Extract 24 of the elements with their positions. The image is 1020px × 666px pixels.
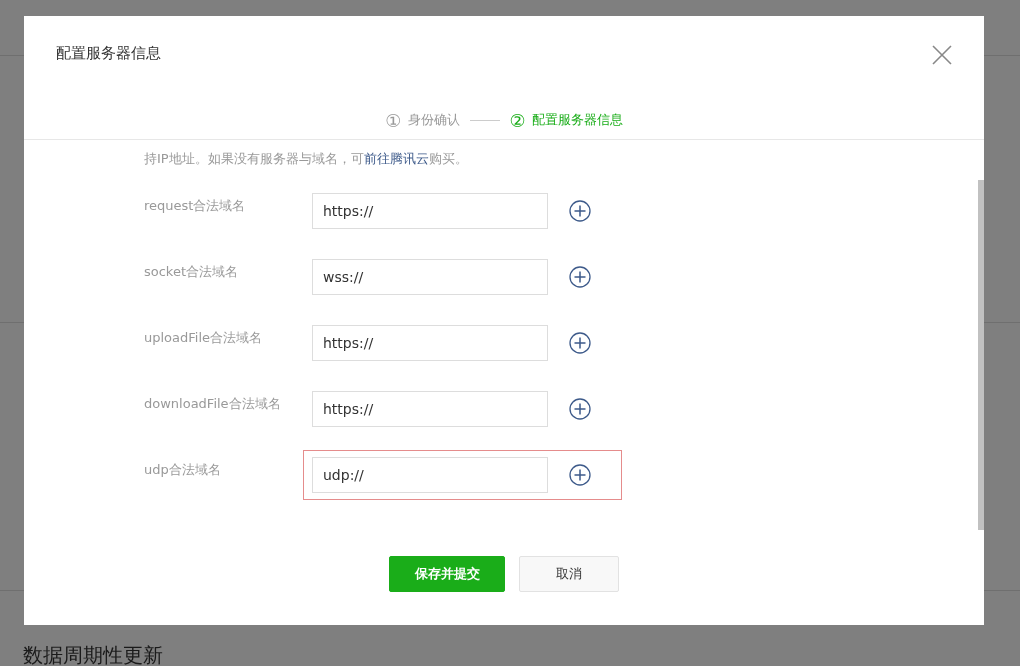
domain-input[interactable]: wss:// [312, 259, 548, 295]
close-icon[interactable] [932, 45, 952, 65]
tencent-cloud-link[interactable]: 前往腾讯云 [363, 151, 429, 166]
field-label: socket合法域名 [144, 263, 240, 281]
cancel-button[interactable]: 取消 [519, 556, 619, 592]
scrollbar-thumb[interactable] [978, 180, 984, 530]
step: ① 身份确认 [385, 109, 460, 131]
step: ② 配置服务器信息 [509, 109, 623, 131]
field-label: downloadFile合法域名 [144, 395, 282, 413]
add-icon[interactable] [569, 332, 591, 354]
add-icon[interactable] [569, 464, 591, 486]
dialog-title: 配置服务器信息 [56, 43, 161, 63]
domain-input[interactable]: https:// [312, 193, 548, 229]
domain-input[interactable]: https:// [312, 391, 548, 427]
field-label: udp合法域名 [144, 461, 222, 479]
add-icon[interactable] [569, 398, 591, 420]
notice-text: 持IP地址。如果没有服务器与域名，可前往腾讯云购买。 [144, 150, 469, 168]
domain-input[interactable]: udp:// [312, 457, 548, 493]
add-icon[interactable] [569, 200, 591, 222]
field-label: request合法域名 [144, 197, 247, 215]
field-label: uploadFile合法域名 [144, 329, 264, 347]
add-icon[interactable] [569, 266, 591, 288]
section-title: 数据周期性更新 [23, 642, 163, 666]
domain-input[interactable]: https:// [312, 325, 548, 361]
